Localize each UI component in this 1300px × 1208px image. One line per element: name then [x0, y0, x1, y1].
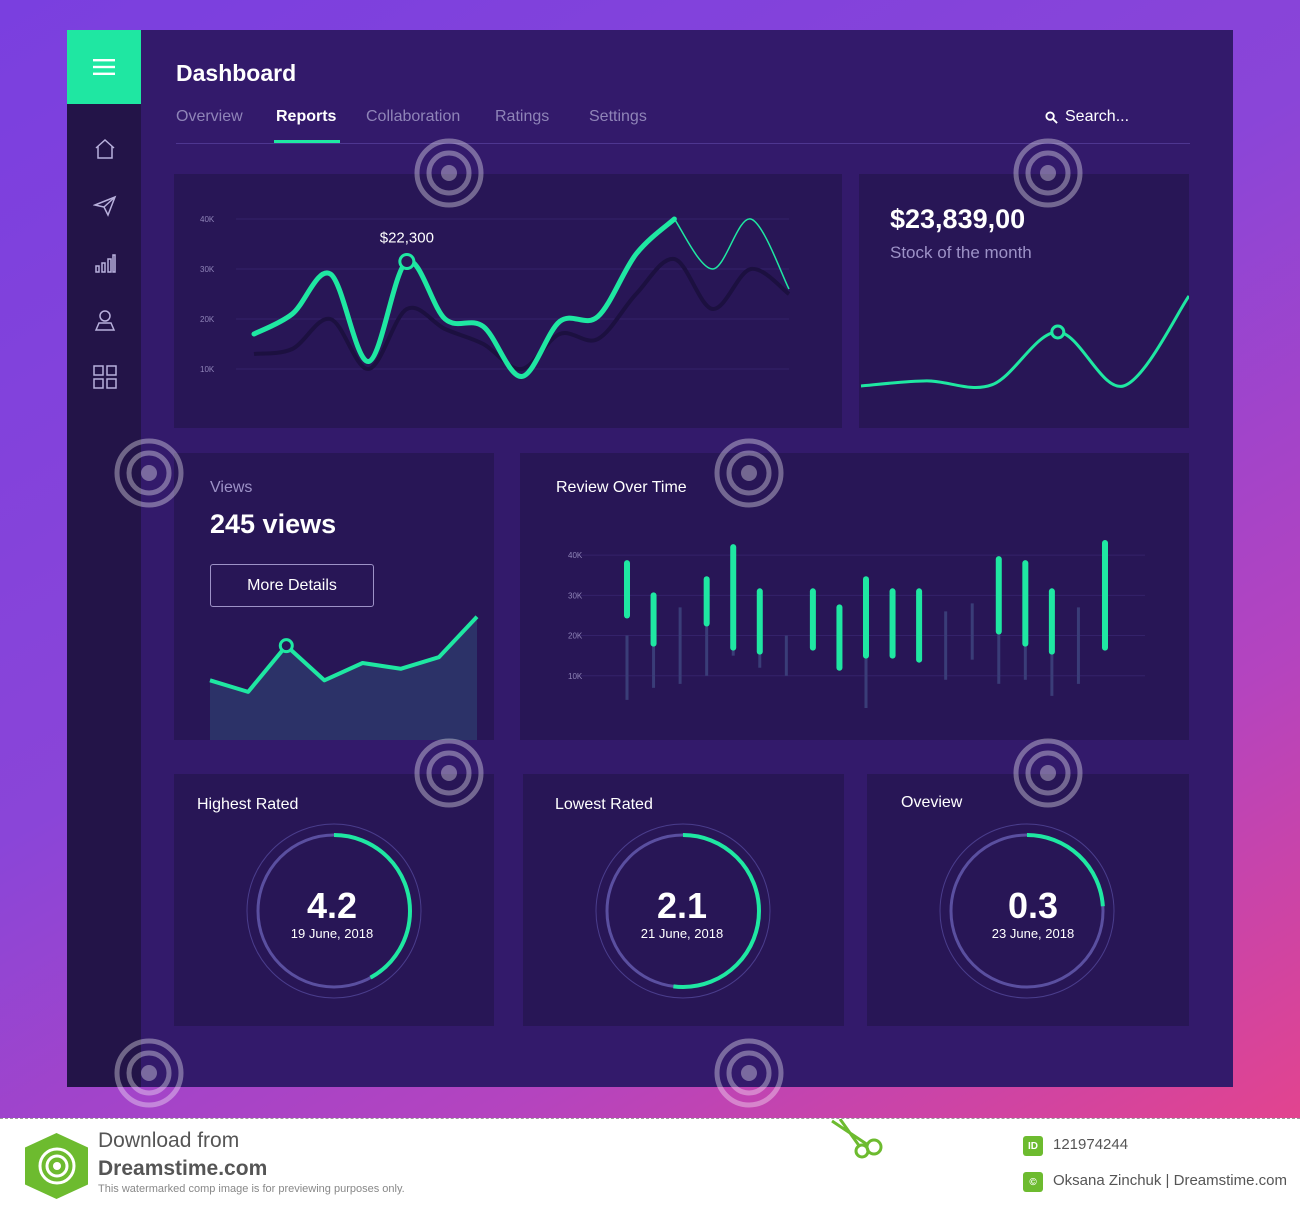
watermark-logo — [114, 1038, 184, 1108]
sidebar-item-apps[interactable] — [91, 363, 119, 391]
overview-date: 23 June, 2018 — [991, 926, 1075, 941]
grid-icon — [93, 365, 117, 389]
overview-value: 0.3 — [1007, 885, 1059, 926]
id-badge: ID — [1023, 1136, 1043, 1156]
stock-line-chart — [860, 295, 1189, 389]
search-box[interactable]: Search... — [1045, 108, 1129, 126]
review-bar-chart: 40K 30K 20K 10K — [568, 540, 1145, 708]
y-tick-label: 10K — [200, 365, 215, 374]
y-tick-label: 30K — [200, 265, 215, 274]
menu-button[interactable] — [67, 30, 141, 104]
spiral-icon — [38, 1147, 75, 1185]
views-area-fill — [210, 616, 477, 740]
download-from-text: Download from — [98, 1129, 240, 1152]
dreamstime-logo — [25, 1133, 88, 1199]
watermark-logo — [714, 438, 784, 508]
y-tick-label: 20K — [200, 315, 215, 324]
sidebar — [67, 30, 141, 1087]
series-line — [251, 216, 677, 379]
tab-settings[interactable]: Settings — [589, 108, 647, 126]
lowest-rated-date: 21 June, 2018 — [640, 926, 724, 941]
dreamstime-brand: Dreamstime.com — [98, 1157, 268, 1180]
views-card: Views 245 views More Details — [174, 453, 494, 740]
overview-card: Oveview 0.3 23 June, 2018 — [867, 774, 1189, 1026]
highest-rated-date: 19 June, 2018 — [290, 926, 374, 941]
tab-ratings[interactable]: Ratings — [495, 108, 549, 126]
sidebar-item-home[interactable] — [91, 135, 119, 163]
watermark-logo — [414, 738, 484, 808]
watermark-logo — [114, 438, 184, 508]
point-annotation: $22,300 — [380, 230, 434, 247]
search-input[interactable]: Search... — [1065, 108, 1129, 126]
watermark-logo — [414, 138, 484, 208]
tab-collaboration[interactable]: Collaboration — [366, 108, 460, 126]
lowest-rated-card: Lowest Rated 2.1 21 June, 2018 — [523, 774, 844, 1026]
revenue-chart-card: 40K 30K 20K 10K $22,300 — [174, 174, 842, 428]
y-tick-label: 20K — [568, 632, 583, 641]
watermark-logo — [1013, 738, 1083, 808]
tab-overview[interactable]: Overview — [176, 108, 243, 126]
footer-bar: Download from Dreamstime.com This waterm… — [0, 1118, 1300, 1208]
y-tick-label: 10K — [568, 672, 583, 681]
stock-line — [860, 295, 1189, 389]
scissors-icon — [831, 1119, 883, 1159]
stock-card: $23,839,00 Stock of the month — [859, 174, 1189, 428]
y-tick-label: 30K — [568, 591, 583, 600]
highlight-point — [398, 253, 416, 270]
sidebar-item-send[interactable] — [91, 192, 119, 220]
active-tab-indicator — [274, 140, 340, 143]
sidebar-item-profile[interactable] — [91, 306, 119, 334]
highest-rated-value: 4.2 — [306, 885, 358, 926]
home-icon — [95, 138, 115, 159]
stock-highlight-point — [1050, 324, 1066, 340]
author-credit: Oksana Zinchuk | Dreamstime.com — [1053, 1172, 1287, 1189]
search-icon — [1045, 110, 1058, 124]
y-tick-label: 40K — [200, 215, 215, 224]
y-tick-label: 40K — [568, 551, 583, 560]
copyright-icon: © — [1023, 1172, 1043, 1192]
lowest-rated-value: 2.1 — [656, 885, 708, 926]
sidebar-item-stats[interactable] — [91, 249, 119, 277]
watermark-logo — [714, 1038, 784, 1108]
bar-chart-icon — [95, 254, 116, 273]
send-icon — [93, 195, 117, 217]
views-area-chart — [209, 615, 479, 740]
revenue-line-chart: 40K 30K 20K 10K $22,300 — [200, 215, 791, 379]
watermark-note: This watermarked comp image is for previ… — [98, 1183, 405, 1195]
highest-rated-card: Highest Rated 4.2 19 June, 2018 — [174, 774, 494, 1026]
tab-reports[interactable]: Reports — [276, 108, 336, 126]
user-icon — [94, 310, 116, 331]
views-highlight-point — [278, 638, 294, 654]
image-id: 121974244 — [1053, 1136, 1129, 1153]
review-card: Review Over Time 40K 30K 20K 10K — [520, 453, 1189, 740]
hamburger-icon — [93, 59, 115, 75]
page-title: Dashboard — [176, 60, 297, 86]
watermark-logo — [1013, 138, 1083, 208]
